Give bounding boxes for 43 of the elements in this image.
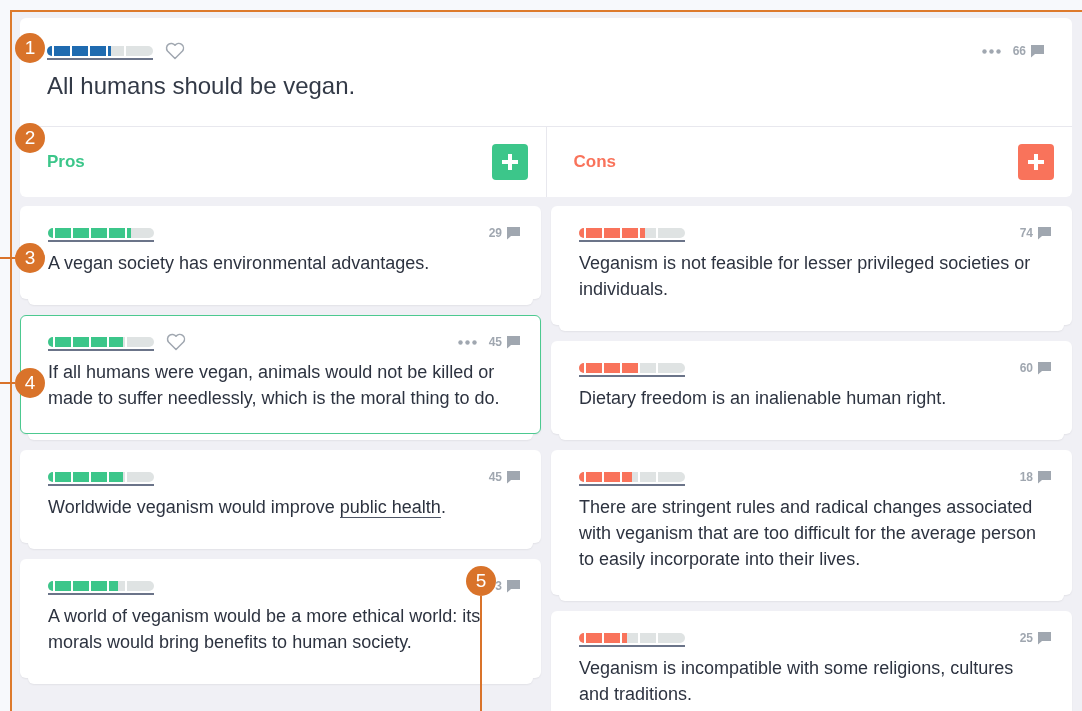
comment-count: 45 [488,335,502,349]
add-argument-button[interactable] [491,144,528,180]
argument-card[interactable]: 60 Dietary freedom is an inalienable human right. [551,341,1072,434]
more-icon[interactable] [457,339,477,345]
argument-text: If all humans were vegan, animals would not be killed or made to suffer needlessly, which is the moral thing to do. [48,361,501,410]
comment-count: 74 [1019,226,1033,240]
comment-count: 25 [1019,631,1033,645]
comment-count: 29 [488,226,502,240]
comment-icon[interactable] [1037,470,1052,484]
comment-icon[interactable] [506,335,521,349]
comment-icon[interactable] [506,470,521,484]
comment-icon[interactable] [506,226,521,240]
heart-icon[interactable] [166,333,186,351]
add-argument-button[interactable] [1018,144,1054,180]
argument-text: There are stringent rules and radical changes associated with veganism that are too difficult for the average person to easily incorporate into their lives. [579,496,1037,571]
more-icon[interactable] [981,48,1001,54]
comment-count: 66 [1012,44,1026,58]
comment-count: 45 [488,470,502,484]
comment-icon[interactable] [506,579,521,593]
comment-icon[interactable] [1037,226,1052,240]
argument-card[interactable]: 45 Worldwide veganism would improve public health. [20,450,541,543]
argument-text: A world of veganism would be a more ethical world: its morals would bring benefits to human society. [48,605,482,654]
comment-icon[interactable] [1037,361,1052,375]
argument-text: Worldwide veganism would improve public health. [48,496,447,520]
argument-card[interactable]: 18 There are stringent rules and radical changes associated with veganism that are too difficult for the average person to easily incorporate into their lives. [551,450,1072,595]
comment-icon[interactable] [1037,631,1052,645]
argument-card[interactable]: 74 Veganism is not feasible for lesser privileged societies or individuals. [551,206,1072,325]
column-title: Pros [47,152,85,172]
heart-icon[interactable] [165,42,185,60]
argument-card[interactable]: 25 Veganism is incompatible with some religions, cultures and traditions. [551,611,1072,711]
plus-icon [500,153,519,171]
comment-count: 3 [495,579,502,593]
comment-count: 18 [1019,470,1033,484]
thesis-text: All humans should be vegan. [47,72,357,100]
argument-text: Veganism is incompatible with some religions, cultures and traditions. [579,657,1015,706]
text-link[interactable]: public health [339,497,441,518]
argument-text: Dietary freedom is an inalienable human right. [579,387,948,410]
comment-icon[interactable] [1030,44,1045,58]
column-title: Cons [573,152,616,172]
argument-text: Veganism is not feasible for lesser privileged societies or individuals. [579,252,1032,301]
plus-icon [1027,153,1045,171]
argument-text: A vegan society has environmental advantages. [48,252,431,275]
comment-count: 60 [1019,361,1033,375]
